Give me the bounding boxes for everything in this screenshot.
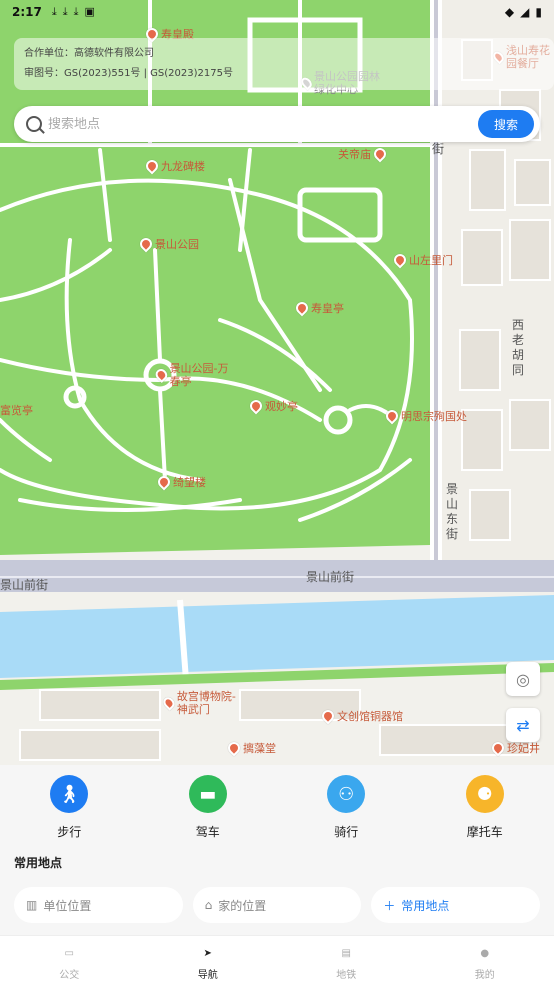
- copyright-partner: 合作单位：高德软件有限公司: [24, 48, 154, 59]
- signal-icon: ◢: [520, 5, 530, 19]
- mode-label: 摩托车: [466, 825, 503, 839]
- mode-drive[interactable]: ▬ 驾车: [168, 775, 248, 840]
- travel-modes: 🚶︎ 步行 ▬ 驾车 ⚇ 骑行 ⚈ 摩托车: [0, 765, 554, 840]
- poi-marker[interactable]: 景山公园: [137, 235, 199, 253]
- app-screen: 2:17 ⤓ ⤓ ⤓ ▣ ◆ ◢ ▮ 合作单位：高德软件有限公司 审图号：GS(…: [0, 0, 554, 986]
- tab-label: 公交: [59, 970, 80, 981]
- poi-marker[interactable]: 明思宗殉国处: [383, 407, 467, 425]
- poi-marker[interactable]: 文创馆铜器馆: [319, 707, 403, 725]
- search-input[interactable]: [48, 116, 478, 132]
- mode-motorcycle[interactable]: ⚈ 摩托车: [445, 775, 525, 840]
- poi-pin-icon: [319, 707, 337, 725]
- poi-marker[interactable]: 景山公园-万春亭: [153, 362, 236, 388]
- walk-icon: 🚶︎: [50, 775, 89, 813]
- subway-icon: ▤: [341, 947, 351, 959]
- poi-pin-icon: [489, 739, 507, 757]
- work-place-label: 单位位置: [43, 898, 92, 913]
- work-place-button[interactable]: ▥ 单位位置: [14, 887, 183, 923]
- street-label: 景山前街: [0, 578, 49, 592]
- download-icon: ⤓: [73, 5, 79, 18]
- poi-marker[interactable]: 珍妃井: [489, 739, 540, 757]
- tab-navigation[interactable]: ➤ 导航: [168, 936, 248, 986]
- locate-icon: ◎: [516, 669, 530, 689]
- navigation-icon: ➤: [203, 947, 212, 959]
- poi-marker[interactable]: 摛藻堂: [225, 739, 276, 757]
- locate-button[interactable]: ◎: [506, 662, 540, 696]
- poi-marker[interactable]: 绮望楼: [155, 473, 206, 491]
- poi-pin-icon: [247, 397, 265, 415]
- poi-pin-icon: [161, 695, 177, 711]
- tab-label: 我的: [474, 970, 495, 981]
- bottom-panel: 🚶︎ 步行 ▬ 驾车 ⚇ 骑行 ⚈ 摩托车 常用地点 ▥ 单位位置 ⌂ 家的位置…: [0, 765, 554, 935]
- mode-walk[interactable]: 🚶︎ 步行: [29, 775, 109, 840]
- mode-label: 驾车: [195, 825, 220, 839]
- mode-label: 步行: [57, 825, 82, 839]
- poi-pin-icon: [293, 299, 311, 317]
- mode-label: 骑行: [334, 825, 359, 839]
- notification-icons: ⤓ ⤓ ⤓ ▣: [52, 5, 95, 19]
- poi-pin-icon: [383, 407, 401, 425]
- street-label: 景山前街: [306, 570, 355, 584]
- poi-pin-icon: [391, 251, 409, 269]
- bottom-tab-bar: ▭ 公交 ➤ 导航 ▤ 地铁 ● 我的: [0, 935, 554, 986]
- poi-pin-icon: [153, 367, 170, 383]
- wifi-icon: ◆: [504, 5, 515, 19]
- poi-pin-icon: [143, 157, 161, 175]
- mode-bike[interactable]: ⚇ 骑行: [306, 775, 386, 840]
- street-label: 街: [432, 142, 445, 156]
- user-icon: ●: [480, 947, 490, 959]
- bus-icon: ▭: [64, 947, 74, 959]
- plus-icon: ＋: [383, 898, 396, 913]
- street-label: 景山东街: [446, 482, 459, 541]
- search-button[interactable]: 搜索: [478, 110, 534, 138]
- tab-bus[interactable]: ▭ 公交: [29, 936, 109, 986]
- status-bar: 2:17 ⤓ ⤓ ⤓ ▣ ◆ ◢ ▮: [0, 0, 554, 24]
- bike-icon: ⚇: [327, 775, 366, 813]
- status-time: 2:17: [12, 5, 42, 19]
- poi-marker[interactable]: 故宫博物院-神武门: [161, 690, 244, 716]
- home-icon: ⌂: [204, 898, 213, 912]
- car-icon: ▬: [188, 775, 227, 813]
- add-common-place-button[interactable]: ＋ 常用地点: [371, 887, 541, 923]
- poi-pin-icon: [371, 145, 389, 163]
- poi-marker[interactable]: 山左里门: [391, 251, 453, 269]
- poi-marker[interactable]: 富览亭: [0, 402, 33, 418]
- tab-subway[interactable]: ▤ 地铁: [306, 936, 386, 986]
- search-bar[interactable]: 搜索: [14, 106, 540, 142]
- map-copyright: 合作单位：高德软件有限公司 审图号：GS(2023)551号 | GS(2023…: [14, 38, 554, 90]
- download-icon: ⤓: [51, 5, 57, 18]
- poi-marker[interactable]: 关帝庙: [338, 145, 389, 163]
- download-icon: ⤓: [62, 5, 68, 18]
- common-places: ▥ 单位位置 ⌂ 家的位置 ＋ 常用地点: [14, 887, 541, 923]
- tab-label: 导航: [197, 970, 218, 981]
- street-label: 西老胡同: [512, 318, 525, 377]
- route-button[interactable]: ⇄: [506, 708, 540, 742]
- battery-icon: ▮: [535, 5, 542, 19]
- add-place-label: 常用地点: [401, 898, 450, 913]
- poi-pin-icon: [225, 739, 243, 757]
- common-places-title: 常用地点: [14, 856, 63, 870]
- home-place-button[interactable]: ⌂ 家的位置: [192, 887, 362, 923]
- tab-profile[interactable]: ● 我的: [445, 936, 525, 986]
- route-icon: ⇄: [516, 715, 530, 735]
- map-view[interactable]: 2:17 ⤓ ⤓ ⤓ ▣ ◆ ◢ ▮ 合作单位：高德软件有限公司 审图号：GS(…: [0, 0, 554, 765]
- tab-label: 地铁: [336, 970, 357, 981]
- poi-pin-icon: [137, 235, 155, 253]
- building-icon: ▥: [26, 898, 38, 912]
- copyright-approval: 审图号：GS(2023)551号 | GS(2023)2175号: [24, 68, 233, 79]
- search-icon: [26, 116, 42, 132]
- poi-marker[interactable]: 九龙碑楼: [143, 157, 205, 175]
- app-icon: ▣: [84, 5, 95, 18]
- poi-marker[interactable]: 观妙亭: [247, 397, 298, 415]
- poi-pin-icon: [155, 473, 173, 491]
- motorcycle-icon: ⚈: [465, 775, 504, 813]
- home-place-label: 家的位置: [218, 898, 267, 913]
- poi-marker[interactable]: 寿皇亭: [293, 299, 344, 317]
